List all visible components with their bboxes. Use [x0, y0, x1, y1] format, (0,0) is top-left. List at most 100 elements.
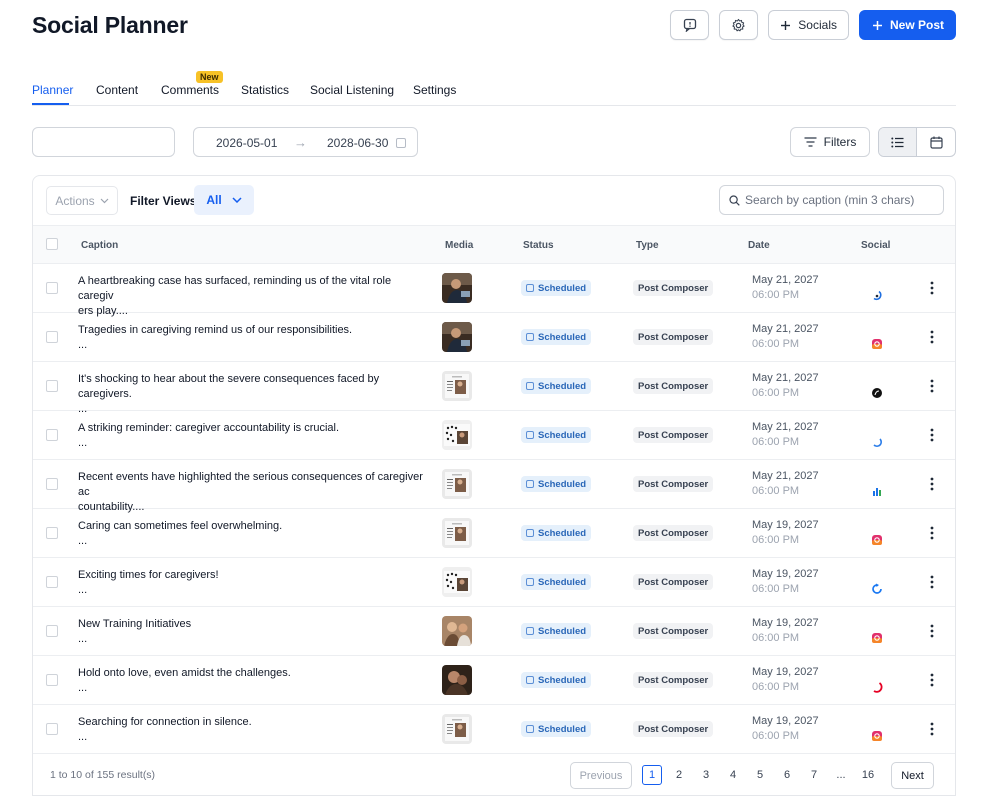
tab-content[interactable]: Content: [96, 83, 138, 97]
table-row[interactable]: Hold onto love, even amidst the challeng…: [33, 656, 955, 705]
page-7[interactable]: 7: [805, 769, 823, 781]
list-view-button[interactable]: [879, 128, 918, 156]
kebab-icon: [930, 575, 934, 589]
row-menu-button[interactable]: [930, 281, 934, 295]
row-checkbox[interactable]: [46, 380, 58, 392]
new-post-button[interactable]: New Post: [858, 10, 956, 40]
status-badge: Scheduled: [521, 280, 592, 296]
date-cell: May 19, 2027 06:00 PM: [752, 518, 819, 548]
page-5[interactable]: 5: [751, 769, 769, 781]
header-status[interactable]: Status: [523, 240, 554, 251]
row-menu-button[interactable]: [930, 379, 934, 393]
socials-button[interactable]: Socials: [768, 10, 849, 40]
select-all-checkbox[interactable]: [46, 238, 58, 250]
row-checkbox[interactable]: [46, 429, 58, 441]
table-row[interactable]: A heartbreaking case has surfaced, remin…: [33, 264, 955, 317]
row-checkbox[interactable]: [46, 576, 58, 588]
tab-settings[interactable]: Settings: [413, 83, 456, 97]
media-thumbnail[interactable]: [442, 273, 472, 303]
row-menu-button[interactable]: [930, 575, 934, 589]
type-badge: Post Composer: [633, 672, 714, 688]
row-menu-button[interactable]: [930, 526, 934, 540]
media-thumbnail[interactable]: [442, 322, 472, 352]
table-row[interactable]: Searching for connection in silence.... S…: [33, 705, 955, 754]
caption-cell[interactable]: A striking reminder: caregiver accountab…: [78, 421, 428, 451]
caption-text: Tragedies in caregiving remind us of our…: [78, 324, 353, 336]
tab-statistics[interactable]: Statistics: [241, 83, 289, 97]
time-text: 06:00 PM: [752, 632, 800, 644]
caption-cell[interactable]: Tragedies in caregiving remind us of our…: [78, 323, 428, 353]
page-16[interactable]: 16: [859, 769, 877, 781]
caption-cell[interactable]: New Training Initiatives...: [78, 617, 428, 647]
table-row[interactable]: Exciting times for caregivers!... Schedul…: [33, 558, 955, 607]
date-from[interactable]: 2026-05-01: [216, 136, 277, 150]
calendar-view-button[interactable]: [917, 128, 955, 156]
date-range-picker[interactable]: 2026-05-01 → 2028-06-30: [193, 127, 418, 157]
date-text: May 19, 2027: [752, 617, 819, 629]
row-checkbox[interactable]: [46, 331, 58, 343]
page-3[interactable]: 3: [697, 769, 715, 781]
date-cell: May 19, 2027 06:00 PM: [752, 714, 819, 744]
table-row[interactable]: New Training Initiatives... Scheduled Post…: [33, 607, 955, 656]
row-menu-button[interactable]: [930, 428, 934, 442]
caption-text: Hold onto love, even amidst the challeng…: [78, 667, 291, 679]
caption-text: A heartbreaking case has surfaced, remin…: [78, 275, 392, 302]
media-thumbnail[interactable]: [442, 567, 472, 597]
page-4[interactable]: 4: [724, 769, 742, 781]
table-row[interactable]: A striking reminder: caregiver accountab…: [33, 411, 955, 460]
filter-view-select[interactable]: All: [194, 185, 254, 215]
media-thumbnail[interactable]: [442, 714, 472, 744]
page-1[interactable]: 1: [642, 765, 662, 785]
next-page-button[interactable]: Next: [891, 762, 934, 789]
row-checkbox[interactable]: [46, 723, 58, 735]
header-type[interactable]: Type: [636, 240, 659, 251]
tab-planner[interactable]: Planner: [32, 83, 73, 97]
caption-cell[interactable]: Caring can sometimes feel overwhelming..…: [78, 519, 428, 549]
row-menu-button[interactable]: [930, 477, 934, 491]
status-text: Scheduled: [538, 282, 587, 294]
row-checkbox[interactable]: [46, 527, 58, 539]
row-checkbox[interactable]: [46, 625, 58, 637]
calendar-icon: [526, 725, 534, 733]
row-menu-button[interactable]: [930, 673, 934, 687]
row-menu-button[interactable]: [930, 722, 934, 736]
page-2[interactable]: 2: [670, 769, 688, 781]
caption-cell[interactable]: Searching for connection in silence....: [78, 715, 428, 745]
tab-comments[interactable]: Comments: [161, 83, 219, 97]
media-thumbnail[interactable]: [442, 616, 472, 646]
table-row[interactable]: It's shocking to hear about the severe c…: [33, 362, 955, 415]
account-filter-select[interactable]: [32, 127, 175, 157]
table-row[interactable]: Recent events have highlighted the serio…: [33, 460, 955, 513]
media-thumbnail[interactable]: [442, 469, 472, 499]
media-thumbnail[interactable]: [442, 371, 472, 401]
feedback-button[interactable]: [670, 10, 710, 40]
row-menu-button[interactable]: [930, 624, 934, 638]
table-row[interactable]: Tragedies in caregiving remind us of our…: [33, 313, 955, 362]
row-menu-button[interactable]: [930, 330, 934, 344]
row-checkbox[interactable]: [46, 478, 58, 490]
settings-button[interactable]: [719, 10, 759, 40]
search-input[interactable]: [745, 193, 935, 207]
media-thumbnail[interactable]: [442, 518, 472, 548]
header-date[interactable]: Date: [748, 240, 770, 251]
media-thumbnail[interactable]: [442, 665, 472, 695]
row-checkbox[interactable]: [46, 282, 58, 294]
row-checkbox[interactable]: [46, 674, 58, 686]
page-6[interactable]: 6: [778, 769, 796, 781]
caption-cell[interactable]: Exciting times for caregivers!...: [78, 568, 428, 598]
caption-cell[interactable]: Hold onto love, even amidst the challeng…: [78, 666, 428, 696]
view-toggle: [878, 127, 956, 157]
kebab-icon: [930, 379, 934, 393]
date-cell: May 21, 2027 06:00 PM: [752, 322, 819, 352]
date-to[interactable]: 2028-06-30: [327, 136, 388, 150]
table-row[interactable]: Caring can sometimes feel overwhelming..…: [33, 509, 955, 558]
tiktok-icon: [871, 386, 883, 398]
filters-button[interactable]: Filters: [790, 127, 870, 157]
actions-dropdown[interactable]: Actions: [46, 186, 118, 215]
header-caption[interactable]: Caption: [81, 240, 118, 251]
tab-social-listening[interactable]: Social Listening: [310, 83, 394, 97]
kebab-icon: [930, 330, 934, 344]
previous-page-button[interactable]: Previous: [570, 762, 632, 789]
search-field[interactable]: [719, 185, 944, 215]
media-thumbnail[interactable]: [442, 420, 472, 450]
